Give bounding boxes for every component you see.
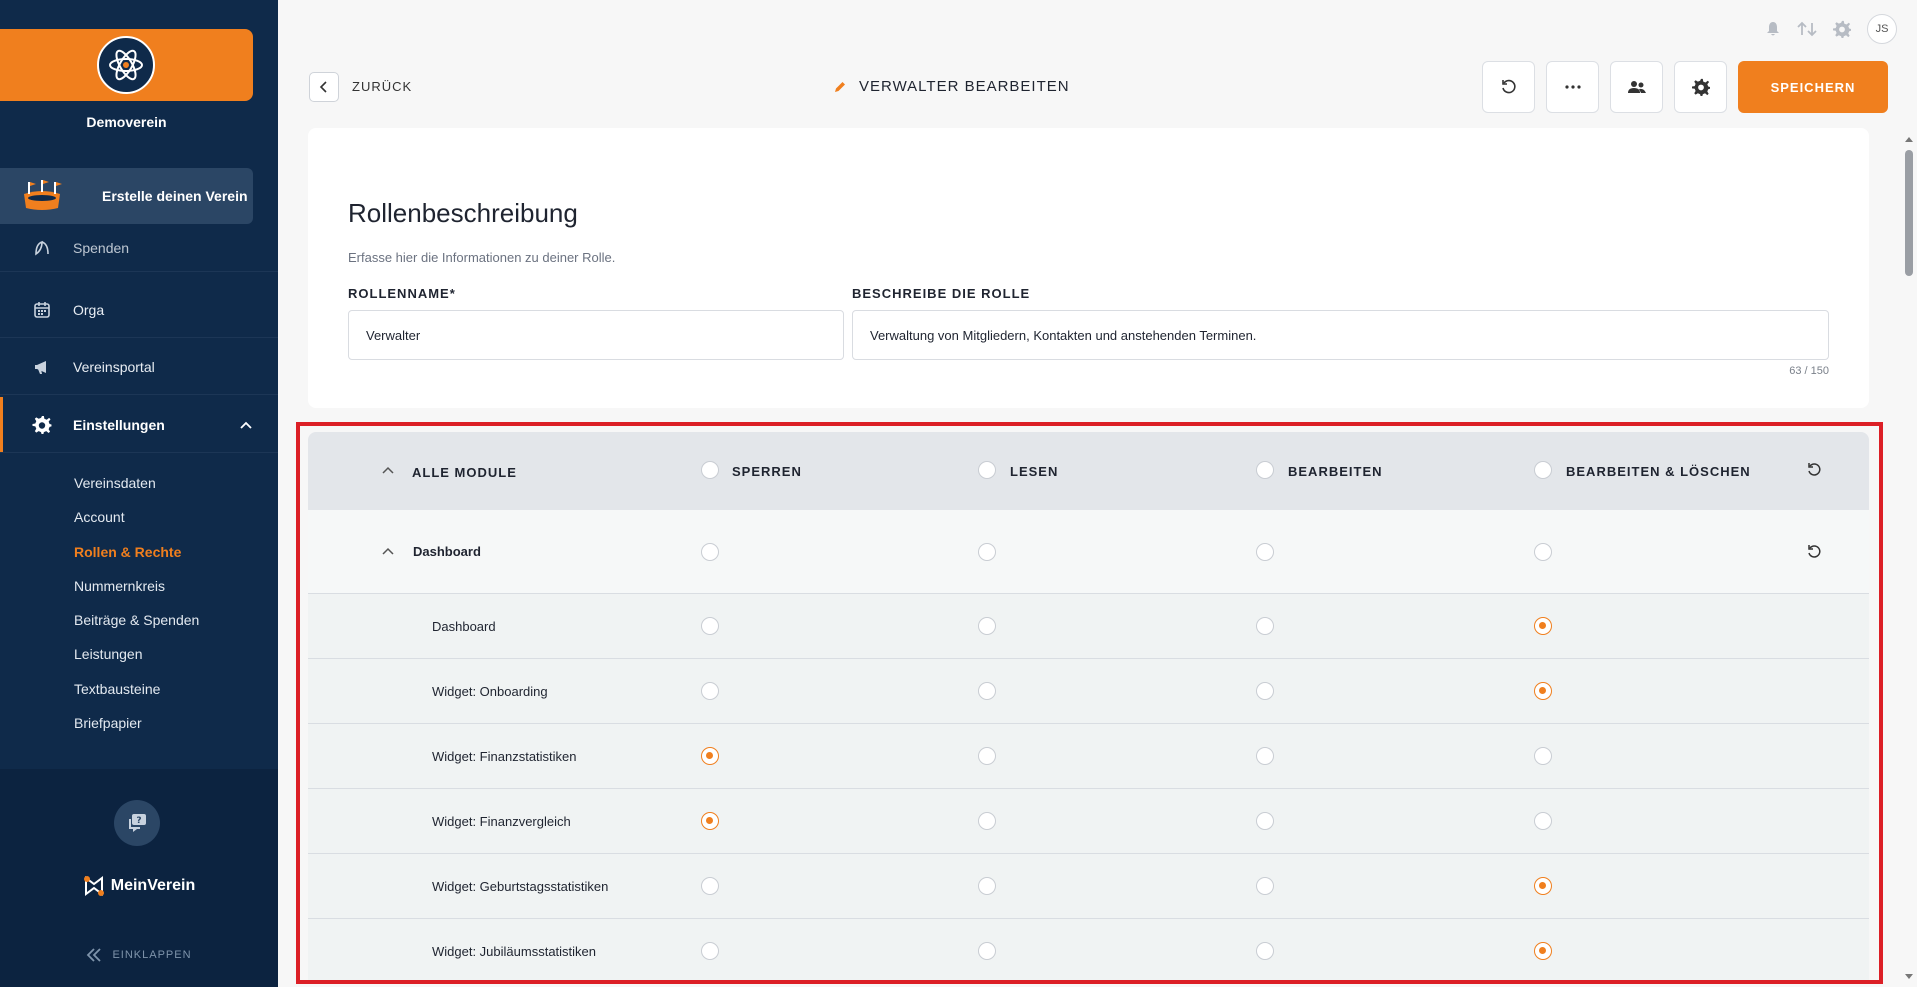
subnav-account[interactable]: Account [74, 509, 125, 525]
role-title: Rollenbeschreibung [348, 198, 578, 228]
role-name-label: ROLLENNAME* [348, 286, 456, 301]
highlight-frame [296, 422, 1883, 984]
chevron-left-icon [319, 81, 327, 93]
user-avatar[interactable]: JS [1867, 14, 1897, 44]
save-button[interactable]: SPEICHERN [1738, 61, 1888, 113]
subnav-nummernkreis[interactable]: Nummernkreis [74, 578, 165, 594]
chat-question-icon: ? [129, 814, 146, 832]
undo-icon [1501, 79, 1516, 94]
more-button[interactable] [1546, 61, 1599, 113]
char-counter: 63 / 150 [1789, 365, 1829, 377]
top-bar: JS [1765, 14, 1897, 44]
back-button[interactable] [309, 72, 339, 102]
sidebar-item-einstellungen[interactable]: Einstellungen [0, 397, 278, 453]
collapse-label: EINKLAPPEN [112, 949, 192, 961]
sidebar-item-spenden[interactable]: Spenden [0, 224, 278, 272]
page-scrollbar[interactable] [1901, 130, 1917, 987]
settings-icon[interactable] [1833, 20, 1851, 38]
subnav-briefpapier[interactable]: Briefpapier [74, 715, 142, 731]
brand: MeinVerein [0, 875, 278, 897]
role-desc-label: BESCHREIBE DIE ROLLE [852, 286, 1031, 301]
create-club-label: Erstelle deinen Verein [102, 188, 248, 204]
calendar-icon [31, 299, 53, 321]
help-button[interactable]: ? [114, 800, 160, 846]
scroll-up-icon[interactable] [1904, 135, 1914, 143]
page-title-text: VERWALTER BEARBEITEN [859, 78, 1070, 95]
reset-button[interactable] [1482, 61, 1535, 113]
megaphone-icon [31, 356, 53, 378]
role-description-card: Rollenbeschreibung Erfasse hier die Info… [308, 128, 1869, 408]
org-logo[interactable] [97, 36, 155, 94]
role-subtitle: Erfasse hier die Informationen zu deiner… [348, 250, 616, 265]
sort-arrows-icon[interactable] [1797, 21, 1817, 37]
brand-name: MeinVerein [110, 877, 196, 894]
role-desc-field[interactable]: Verwaltung von Mitgliedern, Kontakten un… [852, 310, 1829, 360]
gear-icon [1691, 78, 1710, 96]
sidebar-item-vereinsportal[interactable]: Vereinsportal [0, 339, 278, 395]
pencil-icon [835, 81, 845, 92]
meinverein-logo-icon [83, 876, 104, 896]
role-name-field[interactable]: Verwalter [348, 310, 844, 360]
sidebar-item-orga[interactable]: Orga [0, 282, 278, 338]
double-chevron-left-icon [87, 948, 102, 962]
svg-text:?: ? [136, 816, 141, 826]
bell-icon[interactable] [1765, 21, 1781, 37]
more-dots-icon [1564, 85, 1581, 89]
page-title: VERWALTER BEARBEITEN [833, 78, 1070, 95]
subnav-vereinsdaten[interactable]: Vereinsdaten [74, 475, 156, 491]
sidebar-item-label: Orga [73, 301, 105, 318]
sidebar-item-label: Spenden [73, 239, 130, 256]
back-label[interactable]: ZURÜCK [352, 79, 412, 94]
gear-icon [31, 414, 53, 436]
sidebar-item-label: Vereinsportal [73, 358, 155, 375]
sidebar-item-label: Einstellungen [73, 416, 165, 433]
subnav-leistungen[interactable]: Leistungen [74, 646, 143, 662]
role-settings-button[interactable] [1674, 61, 1727, 113]
scroll-down-icon[interactable] [1904, 973, 1914, 981]
create-club-button[interactable]: Erstelle deinen Verein [0, 168, 253, 224]
org-name: Demoverein [86, 114, 167, 130]
users-icon [1627, 81, 1646, 93]
atom-icon [109, 49, 143, 81]
leaf-icon [31, 237, 53, 259]
chevron-up-icon[interactable] [238, 417, 254, 433]
scroll-thumb[interactable] [1905, 150, 1913, 276]
sidebar: Demoverein Erstelle deinen Verein Spende… [0, 0, 278, 987]
subnav-rollen-rechte[interactable]: Rollen & Rechte [74, 544, 181, 560]
members-button[interactable] [1610, 61, 1663, 113]
subnav-textbausteine[interactable]: Textbausteine [74, 681, 160, 697]
collapse-sidebar-button[interactable]: EINKLAPPEN [0, 948, 278, 962]
subnav-beitraege-spenden[interactable]: Beiträge & Spenden [74, 612, 199, 628]
stadium-icon [20, 180, 64, 212]
